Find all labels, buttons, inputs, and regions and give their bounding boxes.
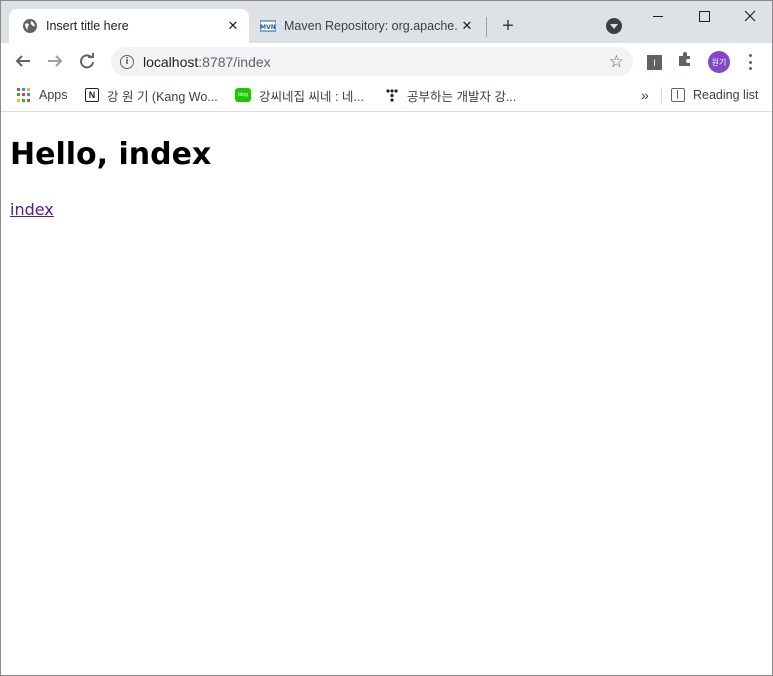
maximize-icon [698,10,710,22]
index-link[interactable]: index [10,200,54,219]
tab-maven[interactable]: MVN Maven Repository: org.apache.t ✕ [251,9,483,43]
forward-button[interactable] [41,47,69,75]
bookmarks-overflow-button[interactable]: » [641,87,649,103]
arrow-left-icon [15,55,30,67]
reload-button[interactable] [73,47,101,75]
menu-kebab-icon[interactable] [742,52,758,72]
address-bar[interactable]: i localhost:8787/index ☆ [111,47,633,76]
bookmark-tistory[interactable]: 공부하는 개발자 강... [385,86,516,104]
apps-grid-icon [17,88,31,102]
extension-icon[interactable]: I [647,55,662,70]
maximize-button[interactable] [681,1,727,31]
bookmark-notion[interactable]: N 강 원 기 (Kang Wo... [85,86,218,104]
profile-avatar[interactable]: 원기 [708,51,730,73]
bookmark-label: Apps [39,88,68,102]
new-tab-button[interactable]: + [497,15,519,37]
tab-strip: Insert title here ✕ MVN Maven Repository… [1,1,772,43]
tab-title: Maven Repository: org.apache.t [284,19,457,33]
minimize-icon [653,15,663,17]
back-button[interactable] [9,47,37,75]
bookmark-star-icon[interactable]: ☆ [609,52,624,72]
minimize-button[interactable] [635,1,681,31]
reading-list-button[interactable]: Reading list [671,86,758,104]
url-path: :8787/index [198,53,271,70]
reload-icon [80,53,94,69]
bookmark-label: 강씨네집 씨네 : 네... [259,89,364,104]
close-tab-icon[interactable]: ✕ [457,16,477,36]
notion-icon: N [85,88,99,102]
close-window-button[interactable] [727,1,772,31]
svg-text:MVN: MVN [260,24,276,31]
tistory-icon [386,89,398,102]
bookmarks-separator [661,87,662,103]
page-content: Hello, index index [1,112,772,675]
close-tab-icon[interactable]: ✕ [223,16,243,36]
close-icon [744,10,756,22]
info-icon[interactable]: i [120,54,134,69]
page-heading: Hello, index [10,137,212,172]
bookmark-label: 강 원 기 (Kang Wo... [107,89,218,104]
toolbar: i localhost:8787/index ☆ I 원기 [1,43,772,79]
globe-icon [23,19,37,33]
mvn-icon: MVN [260,20,276,32]
bookmarks-bar: Apps N 강 원 기 (Kang Wo... blog 강씨네집 씨네 : … [1,79,772,112]
tab-separator [486,17,487,37]
tab-active[interactable]: Insert title here ✕ [9,9,249,43]
browser-window: Insert title here ✕ MVN Maven Repository… [0,0,773,676]
bookmark-label: 공부하는 개발자 강... [407,89,517,104]
url-text[interactable]: localhost:8787/index [143,54,271,70]
tab-search-icon[interactable] [606,18,622,34]
arrow-right-icon [48,55,63,67]
reading-list-icon [671,88,685,102]
naver-blog-icon: blog [235,88,251,102]
extensions-puzzle-icon[interactable] [677,51,693,72]
tab-title: Insert title here [46,19,129,33]
bookmark-apps[interactable]: Apps [17,86,68,104]
url-host: localhost [143,53,199,70]
bookmark-naver-blog[interactable]: blog 강씨네집 씨네 : 네... [235,86,364,104]
reading-list-label: Reading list [693,88,759,102]
